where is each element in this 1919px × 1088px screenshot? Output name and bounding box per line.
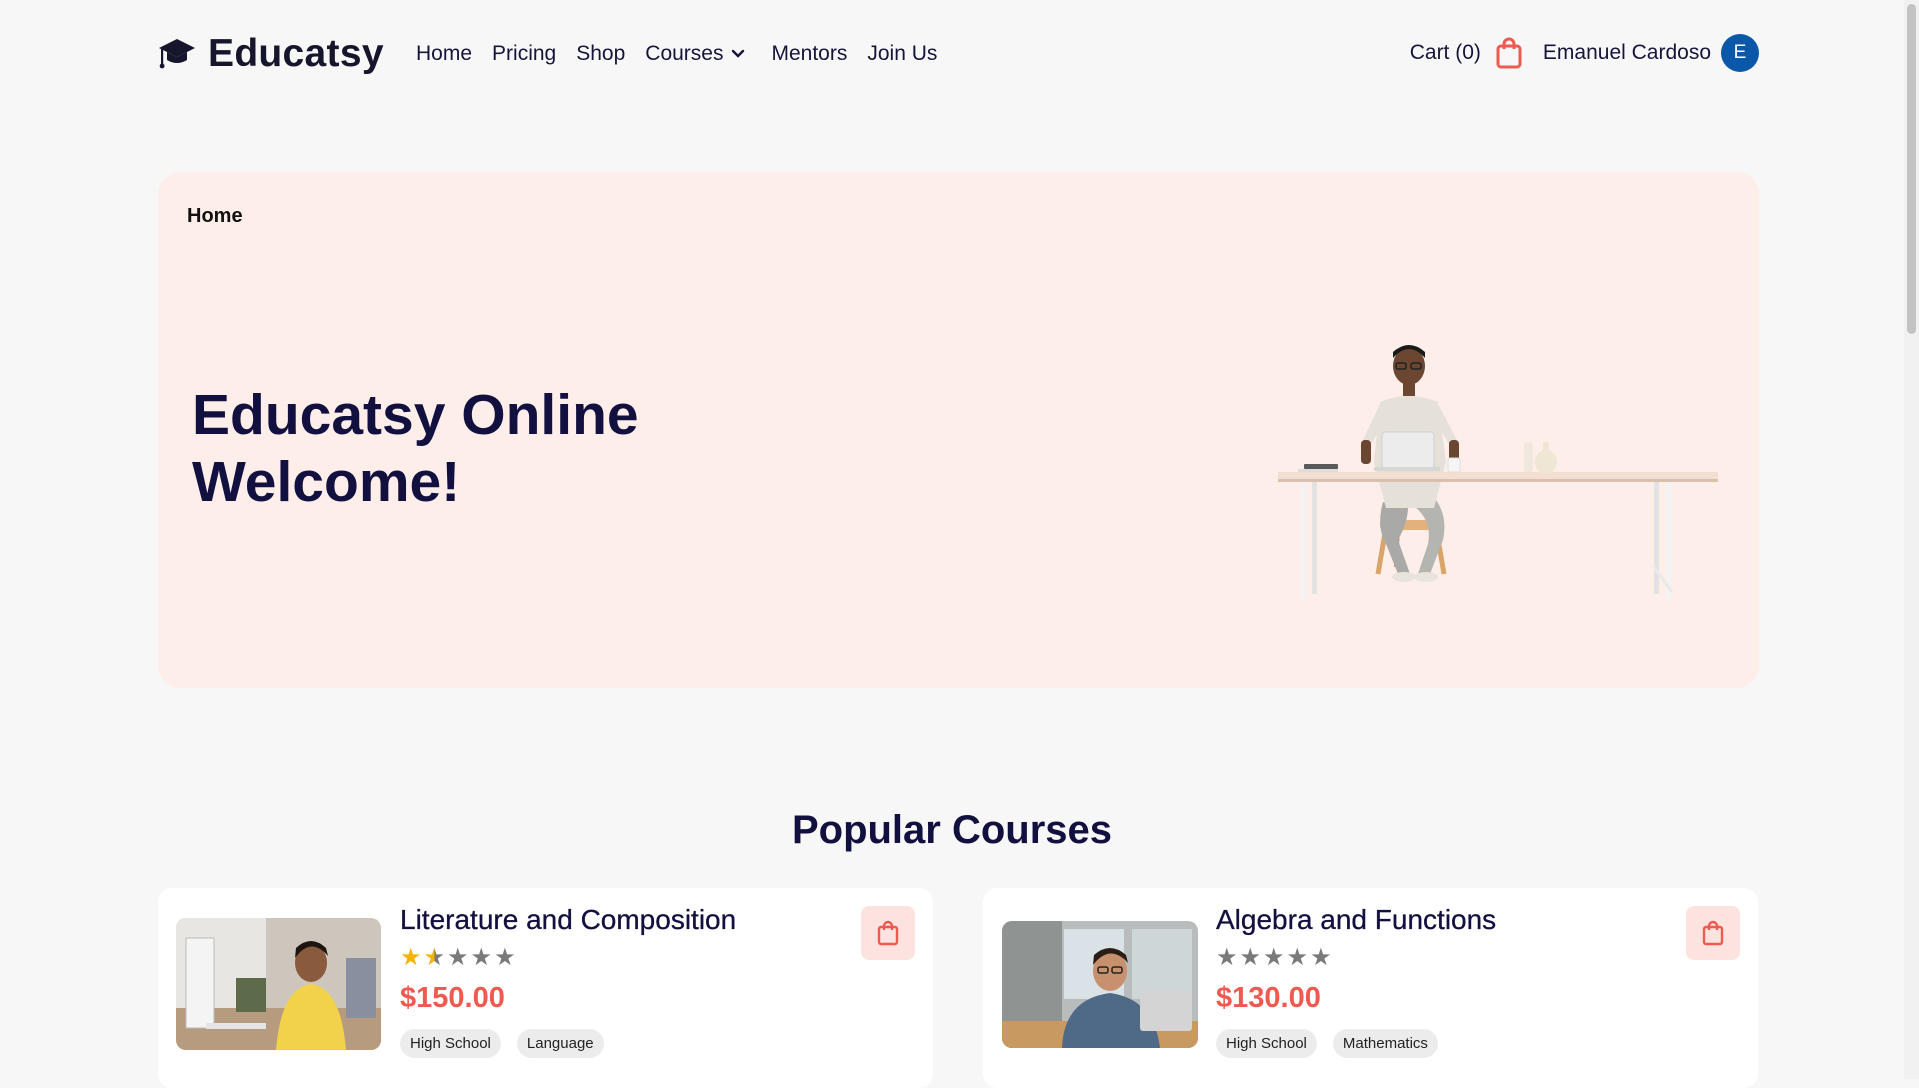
nav-pricing[interactable]: Pricing xyxy=(492,42,556,66)
course-image[interactable] xyxy=(1002,921,1198,1048)
shopping-bag-icon xyxy=(877,920,899,946)
breadcrumb[interactable]: Home xyxy=(187,205,243,228)
avatar-initial: E xyxy=(1733,42,1747,63)
user-name[interactable]: Emanuel Cardoso xyxy=(1543,41,1711,65)
tag[interactable]: Mathematics xyxy=(1332,1029,1438,1058)
main-nav: Home Pricing Shop Courses Mentors Join U… xyxy=(416,42,937,66)
star-icon: ★ xyxy=(1286,944,1309,971)
graduation-cap-icon xyxy=(158,35,196,74)
star-icon: ★ xyxy=(400,944,422,971)
star-half-icon: ★ xyxy=(423,944,446,971)
add-to-cart-button[interactable] xyxy=(861,906,915,960)
nav-courses-label: Courses xyxy=(645,42,724,65)
star-rating: ★ ★ ★ ★ ★ xyxy=(400,946,736,970)
star-icon: ★ xyxy=(494,944,516,971)
account-area: Cart (0) Emanuel Cardoso E xyxy=(1410,34,1759,72)
tag[interactable]: High School xyxy=(1216,1029,1317,1058)
nav-mentors[interactable]: Mentors xyxy=(771,42,847,66)
course-price: $130.00 xyxy=(1216,982,1321,1014)
brand-logo[interactable]: Educatsy xyxy=(158,32,384,76)
course-tags: High School Language xyxy=(400,1029,736,1058)
course-tags: High School Mathematics xyxy=(1216,1029,1496,1058)
add-to-cart-button[interactable] xyxy=(1686,906,1740,960)
page-scrollbar[interactable] xyxy=(1904,0,1919,1079)
hero-title-line-2: Welcome! xyxy=(192,450,461,514)
avatar[interactable]: E xyxy=(1721,34,1759,72)
chevron-down-icon xyxy=(732,49,745,58)
tag[interactable]: Language xyxy=(516,1029,604,1058)
star-icon: ★ xyxy=(447,944,469,971)
nav-shop[interactable]: Shop xyxy=(576,42,625,66)
course-card[interactable]: Literature and Composition ★ ★ ★ ★ ★ $15… xyxy=(158,888,933,1088)
brand-name: Educatsy xyxy=(208,32,384,75)
star-icon: ★ xyxy=(1216,944,1238,971)
shopping-bag-icon[interactable] xyxy=(1495,37,1523,69)
scrollbar-thumb[interactable] xyxy=(1907,4,1916,334)
nav-join-us[interactable]: Join Us xyxy=(867,42,937,66)
star-icon: ★ xyxy=(470,944,493,971)
course-card[interactable]: Algebra and Functions ★ ★ ★ ★ ★ $130.00 … xyxy=(983,888,1758,1088)
star-icon: ★ xyxy=(1239,944,1262,971)
popular-courses-title: Popular Courses xyxy=(791,808,1113,852)
course-title[interactable]: Algebra and Functions xyxy=(1216,904,1496,936)
star-icon: ★ xyxy=(1263,944,1285,971)
hero-title: Educatsy Online Welcome! xyxy=(192,382,639,516)
cart-link[interactable]: Cart (0) xyxy=(1410,41,1481,65)
tag[interactable]: High School xyxy=(400,1029,501,1058)
shopping-bag-icon xyxy=(1702,920,1724,946)
course-info: Literature and Composition ★ ★ ★ ★ ★ $15… xyxy=(400,904,736,1058)
person-at-desk-illustration xyxy=(1278,345,1718,600)
star-icon: ★ xyxy=(1310,944,1332,971)
site-header: Educatsy Home Pricing Shop Courses Mento… xyxy=(158,28,1759,84)
page: Educatsy Home Pricing Shop Courses Mento… xyxy=(0,0,1904,1088)
course-price: $150.00 xyxy=(400,982,505,1014)
course-image[interactable] xyxy=(176,918,381,1050)
course-title[interactable]: Literature and Composition xyxy=(400,904,737,936)
hero-title-line-1: Educatsy Online xyxy=(192,383,639,447)
nav-courses-dropdown[interactable]: Courses xyxy=(645,42,745,66)
nav-home[interactable]: Home xyxy=(416,42,472,66)
hero-banner: Home Educatsy Online Welcome! xyxy=(158,172,1759,688)
course-info: Algebra and Functions ★ ★ ★ ★ ★ $130.00 … xyxy=(1216,904,1496,1058)
star-rating: ★ ★ ★ ★ ★ xyxy=(1216,946,1496,970)
